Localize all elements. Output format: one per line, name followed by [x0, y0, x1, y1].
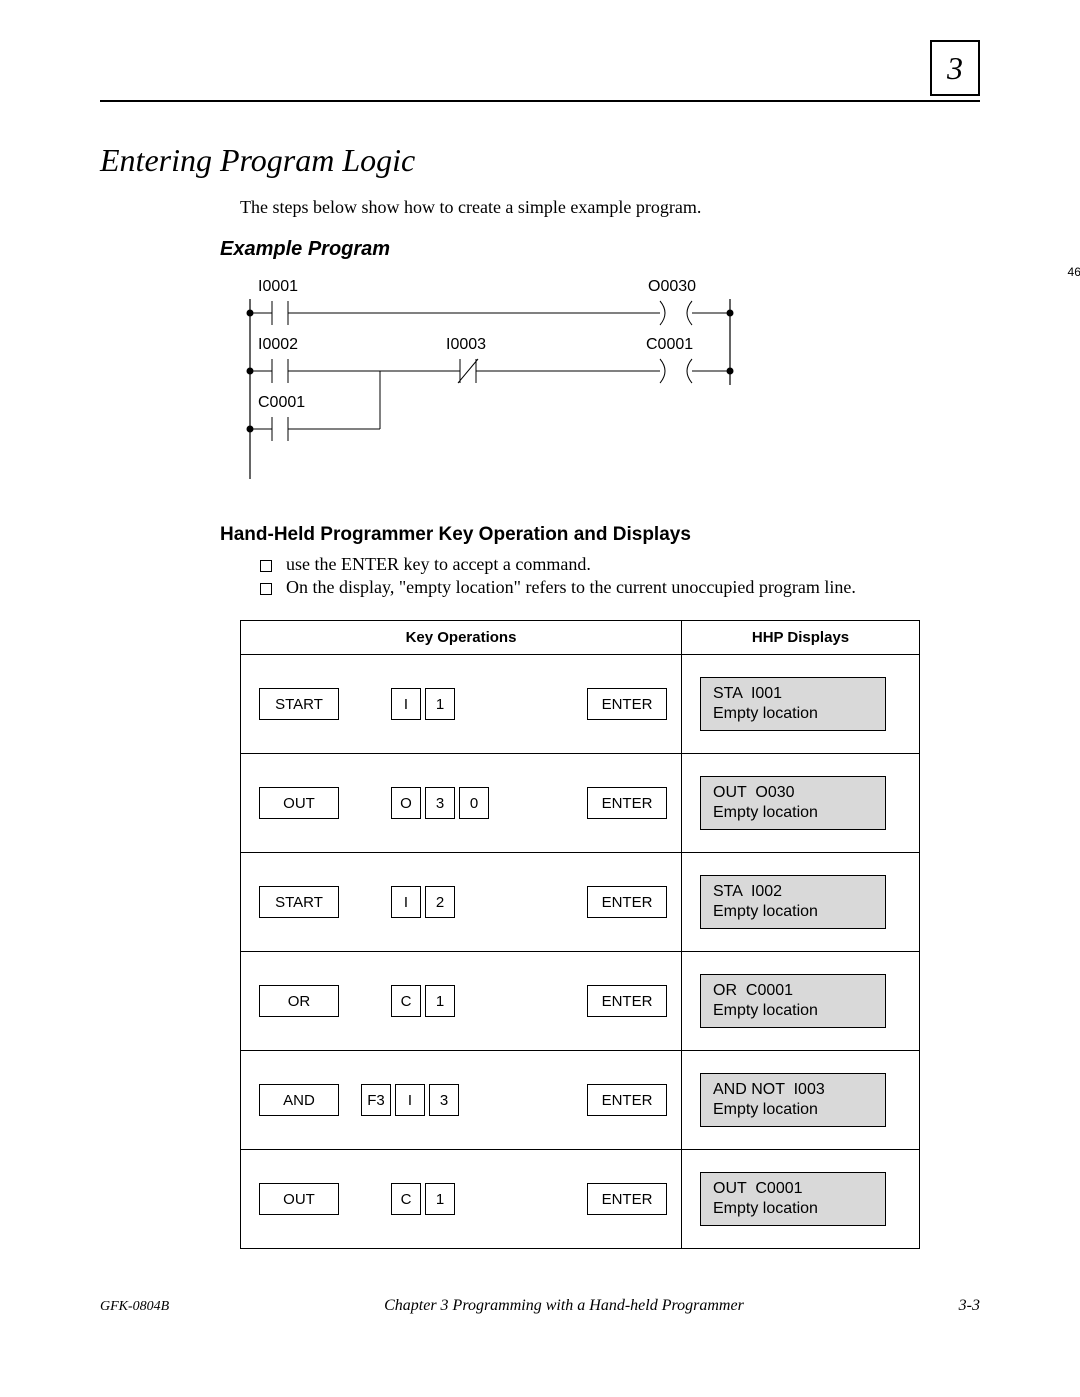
- cell-keyops: START I1 ENTER: [241, 655, 682, 754]
- ladder-label-o0030: O0030: [648, 278, 696, 295]
- cell-display: OUT C0001Empty location: [682, 1150, 920, 1249]
- section-title: Entering Program Logic: [100, 142, 980, 179]
- key-enter: ENTER: [587, 787, 667, 819]
- bullet-text: use the ENTER key to accept a command.: [286, 554, 591, 575]
- bullet-marker: [260, 583, 272, 595]
- hhp-display: STA I001Empty location: [700, 677, 886, 731]
- key-c: C: [391, 985, 421, 1017]
- display-line1: AND NOT I003: [713, 1080, 873, 1100]
- key-1: 1: [425, 688, 455, 720]
- key-out: OUT: [259, 787, 339, 819]
- footer-docid: GFK-0804B: [100, 1299, 169, 1315]
- bullet-item: use the ENTER key to accept a command.: [260, 554, 980, 575]
- hhp-display: STA I002Empty location: [700, 875, 886, 929]
- key-enter: ENTER: [587, 985, 667, 1017]
- key-start: START: [259, 688, 339, 720]
- example-heading: Example Program: [220, 238, 980, 261]
- key-out: OUT: [259, 1183, 339, 1215]
- page-footer: GFK-0804B Chapter 3 Programming with a H…: [100, 1297, 980, 1315]
- key-enter: ENTER: [587, 1084, 667, 1116]
- intro-text: The steps below show how to create a sim…: [240, 197, 980, 218]
- key-start: START: [259, 886, 339, 918]
- display-line2: Empty location: [713, 1100, 873, 1120]
- display-line1: OUT C0001: [713, 1179, 873, 1199]
- display-line2: Empty location: [713, 1199, 873, 1219]
- key-i: I: [395, 1084, 425, 1116]
- header-rule: [100, 100, 980, 102]
- display-line1: STA I001: [713, 684, 873, 704]
- chapter-number: 3: [947, 50, 963, 87]
- ladder-label-i0001: I0001: [258, 278, 298, 295]
- key-enter: ENTER: [587, 688, 667, 720]
- footer-chapter: Chapter 3 Programming with a Hand-held P…: [384, 1297, 744, 1315]
- key-or: OR: [259, 985, 339, 1017]
- cell-display: STA I002Empty location: [682, 853, 920, 952]
- key-3: 3: [429, 1084, 459, 1116]
- key-3: 3: [425, 787, 455, 819]
- display-line2: Empty location: [713, 902, 873, 922]
- key-1: 1: [425, 985, 455, 1017]
- table-row: START I2 ENTER STA I002Empty location: [241, 853, 920, 952]
- cell-display: OUT O030Empty location: [682, 754, 920, 853]
- table-row: OUT O30 ENTER OUT O030Empty location: [241, 754, 920, 853]
- key-enter: ENTER: [587, 886, 667, 918]
- key-c: C: [391, 1183, 421, 1215]
- ladder-label-c0001-coil: C0001: [646, 336, 693, 353]
- bullet-item: On the display, "empty location" refers …: [260, 577, 980, 598]
- ladder-label-i0002: I0002: [258, 336, 298, 353]
- key-i: I: [391, 886, 421, 918]
- display-line2: Empty location: [713, 803, 873, 823]
- cell-keyops: AND F3I3 ENTER: [241, 1051, 682, 1150]
- chapter-number-box: 3: [930, 40, 980, 96]
- ladder-label-i0003: I0003: [446, 336, 486, 353]
- hhp-display: OR C0001Empty location: [700, 974, 886, 1028]
- display-line2: Empty location: [713, 1001, 873, 1021]
- hhp-display: OUT C0001Empty location: [700, 1172, 886, 1226]
- ladder-diagram: 46011 I0001 O0030 I0: [240, 269, 980, 494]
- key-o: O: [391, 787, 421, 819]
- key-i: I: [391, 688, 421, 720]
- key-2: 2: [425, 886, 455, 918]
- cell-keyops: START I2 ENTER: [241, 853, 682, 952]
- display-line2: Empty location: [713, 704, 873, 724]
- cell-display: OR C0001Empty location: [682, 952, 920, 1051]
- display-line1: OUT O030: [713, 783, 873, 803]
- cell-keyops: OR C1 ENTER: [241, 952, 682, 1051]
- header-disp: HHP Displays: [682, 621, 920, 655]
- key-operations-table: Key Operations HHP Displays STARTI1ENTER…: [240, 620, 920, 1249]
- key-enter: ENTER: [587, 1183, 667, 1215]
- display-line1: OR C0001: [713, 981, 873, 1001]
- header-keyops: Key Operations: [241, 621, 682, 655]
- ladder-svg: I0001 O0030 I0002 I0003 C000: [240, 269, 740, 489]
- key-0: 0: [459, 787, 489, 819]
- hhp-display: AND NOT I003Empty location: [700, 1073, 886, 1127]
- table-row: OUT C1 ENTER OUT C0001Empty location: [241, 1150, 920, 1249]
- figure-number: 46011: [1068, 265, 1080, 279]
- table-row: START I1 ENTER STA I001Empty location: [241, 655, 920, 754]
- cell-keyops: OUT O30 ENTER: [241, 754, 682, 853]
- key-1: 1: [425, 1183, 455, 1215]
- footer-pagenum: 3-3: [959, 1297, 980, 1315]
- table-row: OR C1 ENTER OR C0001Empty location: [241, 952, 920, 1051]
- display-line1: STA I002: [713, 882, 873, 902]
- cell-display: STA I001Empty location: [682, 655, 920, 754]
- key-f3: F3: [361, 1084, 391, 1116]
- bullet-marker: [260, 560, 272, 572]
- table-row: AND F3I3 ENTER AND NOT I003Empty location: [241, 1051, 920, 1150]
- sub-heading: Hand-Held Programmer Key Operation and D…: [220, 524, 980, 546]
- bullet-list: use the ENTER key to accept a command. O…: [260, 554, 980, 598]
- cell-keyops: OUT C1 ENTER: [241, 1150, 682, 1249]
- bullet-text: On the display, "empty location" refers …: [286, 577, 856, 598]
- hhp-display: OUT O030Empty location: [700, 776, 886, 830]
- ladder-label-c0001-contact: C0001: [258, 394, 305, 411]
- key-and: AND: [259, 1084, 339, 1116]
- cell-display: AND NOT I003Empty location: [682, 1051, 920, 1150]
